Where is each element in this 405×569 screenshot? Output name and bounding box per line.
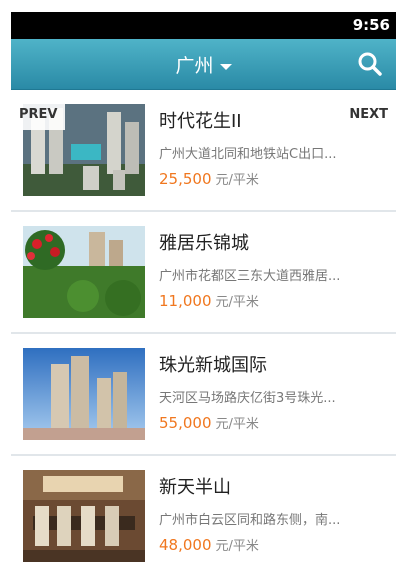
listing-price-row: 11,000 元/平米 (159, 291, 259, 310)
listing-price: 48,000 (159, 536, 212, 554)
listing-address: 天河区马场路庆亿街3号珠光... (159, 391, 336, 406)
status-bar: 9:56 (11, 12, 396, 39)
prev-button[interactable]: PREV (11, 100, 66, 130)
listing-price-row: 55,000 元/平米 (159, 413, 259, 432)
listing-price: 25,500 (159, 170, 212, 188)
listing-price-unit: 元/平米 (215, 539, 259, 554)
listing-price-unit: 元/平米 (215, 173, 259, 188)
status-time: 9:56 (352, 16, 390, 34)
phone-screen: 9:56 广州 时代花生II 广州大道北同和地铁站C出口... 25,500 元… (11, 12, 396, 569)
listing-image (23, 348, 145, 440)
listing-price-row: 25,500 元/平米 (159, 169, 259, 188)
city-label: 广州 (175, 55, 214, 77)
listing-list: 时代花生II 广州大道北同和地铁站C出口... 25,500 元/平米 雅居乐锦… (11, 90, 396, 569)
chevron-down-icon (219, 63, 232, 70)
listing-price: 11,000 (159, 292, 212, 310)
header-bar: 广州 (11, 39, 396, 90)
listing-address: 广州市白云区同和路东侧，南... (159, 513, 341, 528)
listing-address: 广州大道北同和地铁站C出口... (159, 147, 337, 162)
listing-item[interactable]: 珠光新城国际 天河区马场路庆亿街3号珠光... 55,000 元/平米 (11, 334, 396, 456)
listing-name: 珠光新城国际 (159, 355, 267, 376)
listing-address: 广州市花都区三东大道西雅居... (159, 269, 341, 284)
search-icon[interactable] (356, 50, 384, 78)
listing-price-row: 48,000 元/平米 (159, 535, 259, 554)
listing-price: 55,000 (159, 414, 212, 432)
listing-image (23, 226, 145, 318)
listing-item[interactable]: 时代花生II 广州大道北同和地铁站C出口... 25,500 元/平米 (11, 90, 396, 212)
listing-price-unit: 元/平米 (215, 295, 259, 310)
listing-item[interactable]: 新天半山 广州市白云区同和路东侧，南... 48,000 元/平米 (11, 456, 396, 569)
listing-image (23, 470, 145, 562)
listing-price-unit: 元/平米 (215, 417, 259, 432)
city-selector[interactable]: 广州 (11, 51, 396, 78)
listing-name: 新天半山 (159, 477, 231, 498)
listing-name: 雅居乐锦城 (159, 233, 249, 254)
next-button[interactable]: NEXT (341, 100, 396, 130)
listing-name: 时代花生II (159, 111, 242, 132)
listing-item[interactable]: 雅居乐锦城 广州市花都区三东大道西雅居... 11,000 元/平米 (11, 212, 396, 334)
